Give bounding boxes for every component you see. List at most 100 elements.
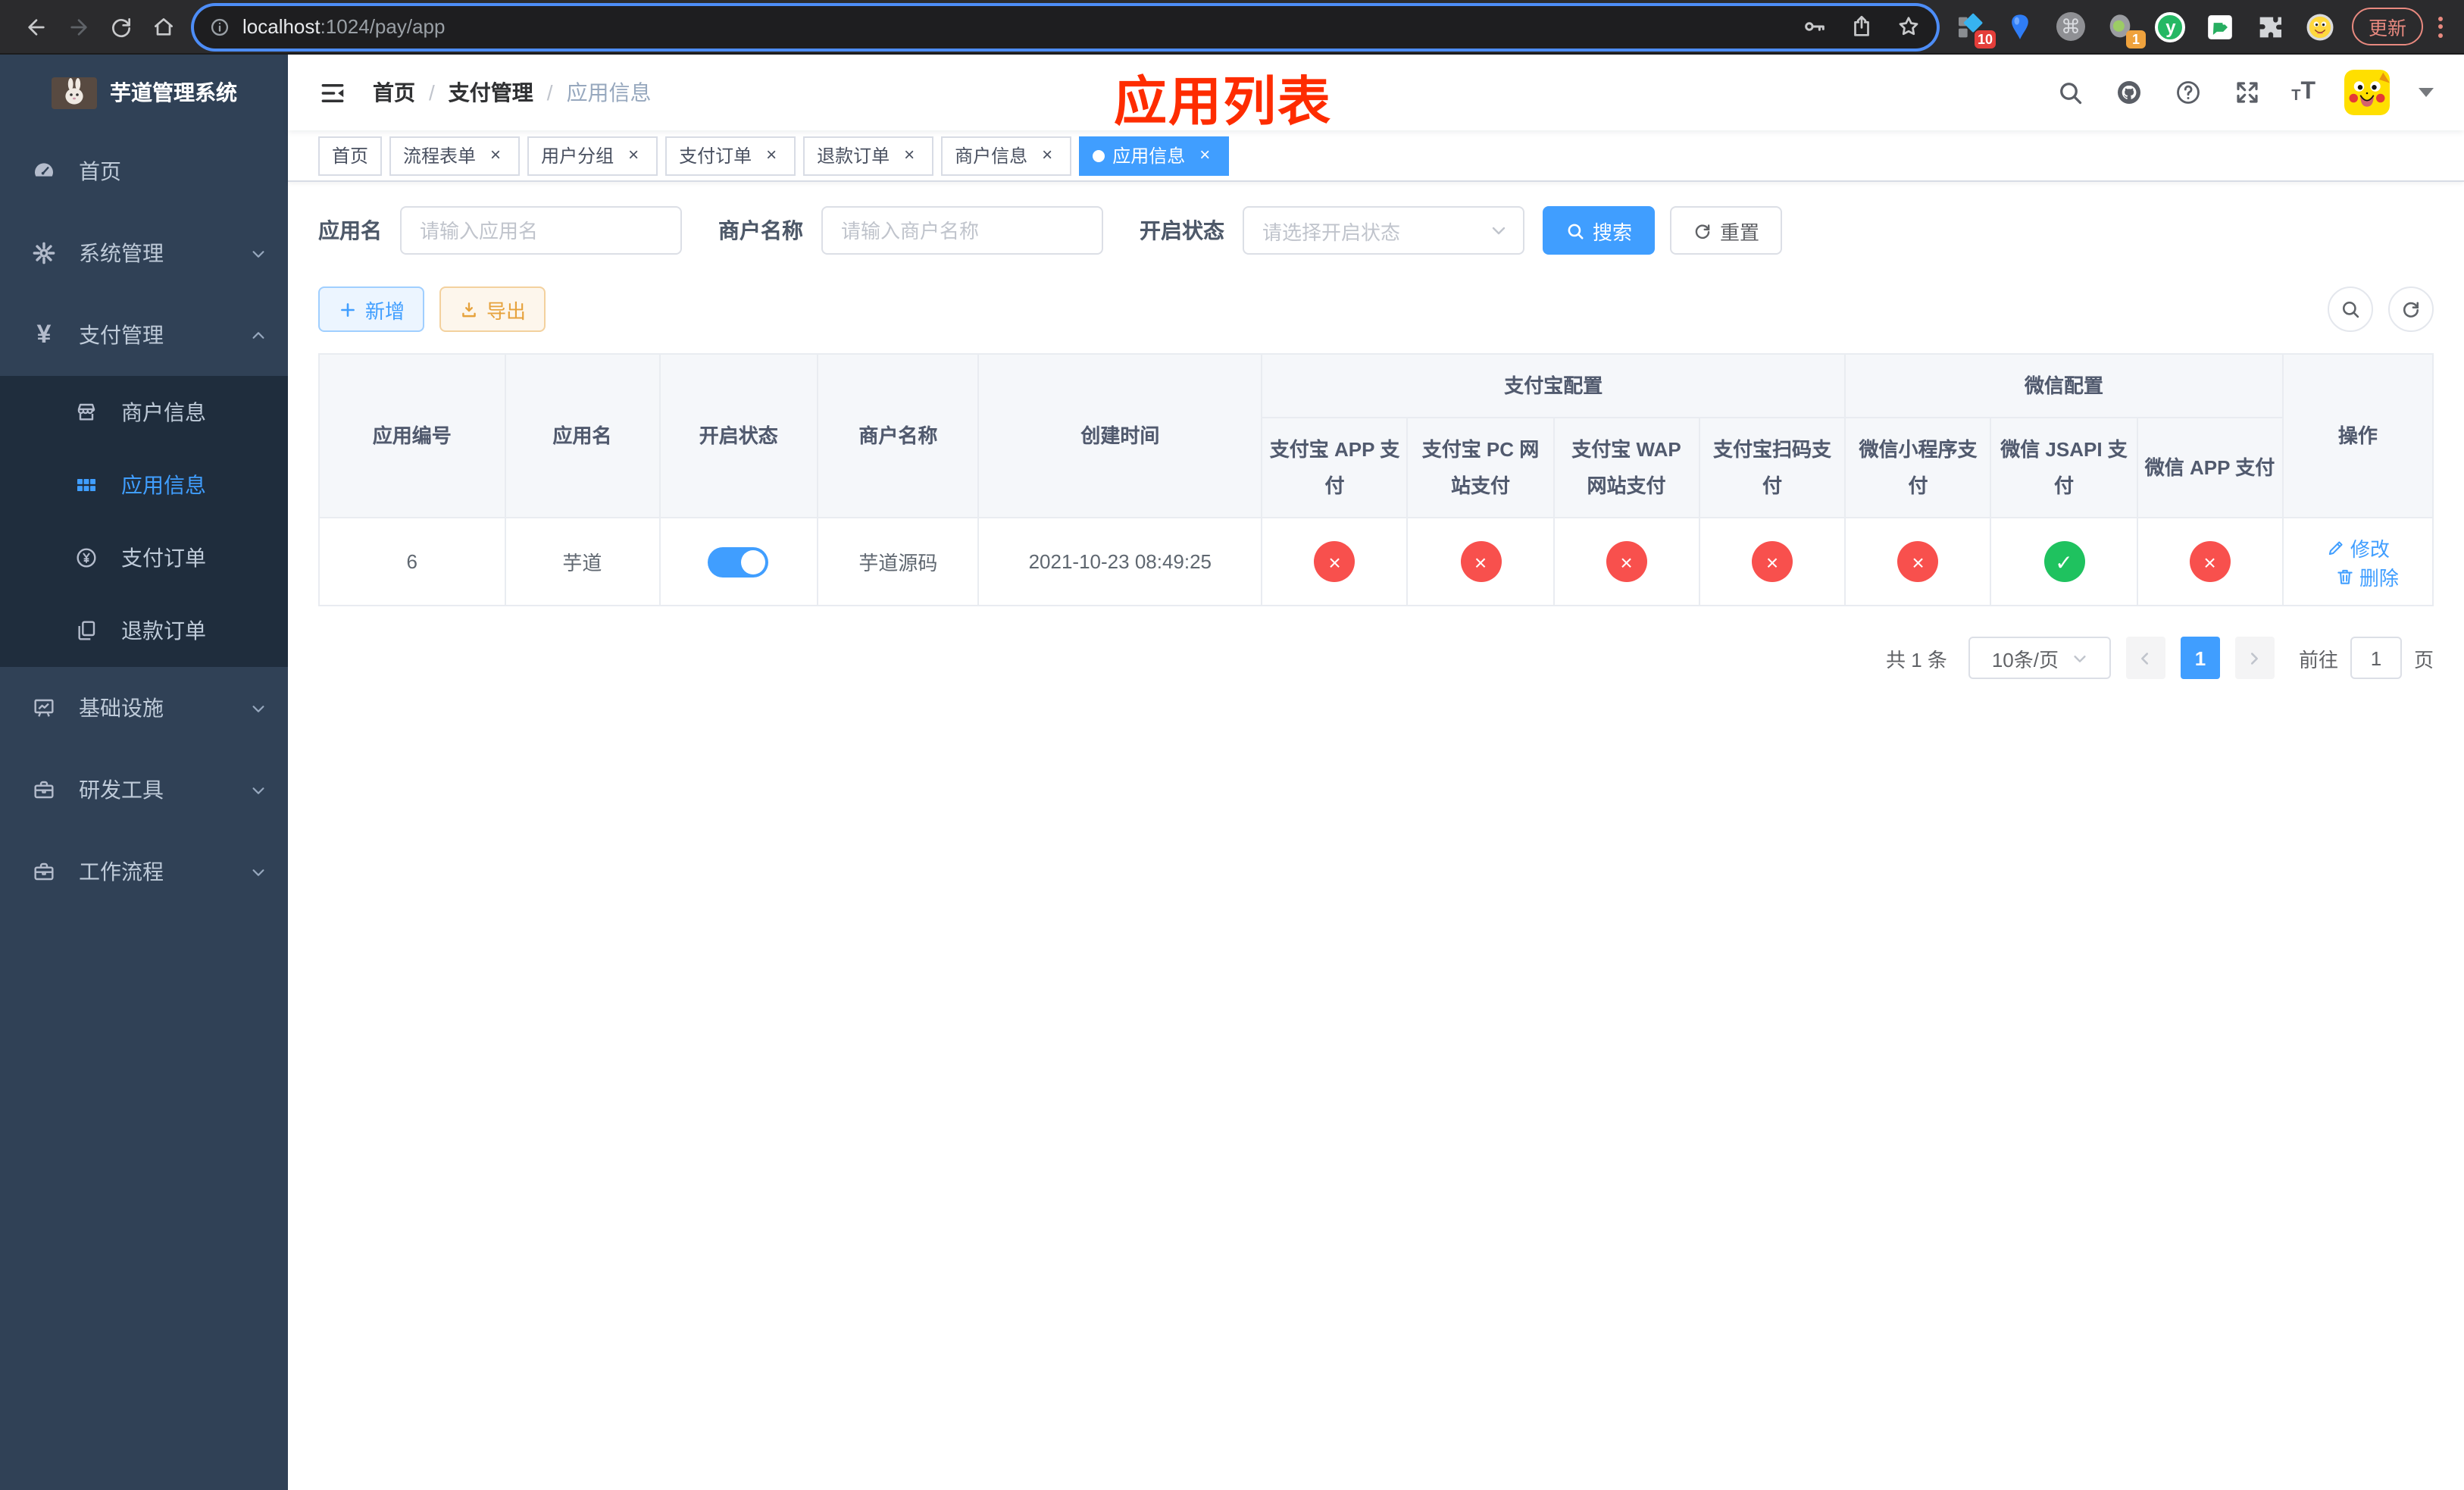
breadcrumb-home[interactable]: 首页 (373, 77, 415, 108)
chevron-right-icon (2251, 652, 2259, 665)
password-key-icon[interactable] (1802, 14, 1828, 39)
font-size-button[interactable]: TT (2291, 80, 2315, 105)
share-icon[interactable] (1849, 14, 1875, 39)
extension-pinned-icon[interactable]: 10 (1955, 11, 1996, 49)
goto-page-input[interactable] (2350, 637, 2402, 680)
column-header-status: 开启状态 (658, 352, 819, 519)
extension-session-icon[interactable]: 1 (2105, 11, 2146, 49)
sidebar-item-pay-order[interactable]: 支付订单 (0, 521, 288, 594)
tab-item[interactable]: 用户分组 × (527, 136, 658, 175)
cell-config: × (1698, 517, 1846, 607)
sidebar-item-label: 支付订单 (121, 546, 206, 570)
help-button[interactable] (2173, 77, 2203, 108)
chevron-down-icon (250, 863, 267, 880)
next-page-button[interactable] (2234, 637, 2275, 680)
sidebar-fold-button[interactable] (309, 70, 355, 115)
close-icon[interactable]: × (1037, 144, 1058, 166)
browser-menu-button[interactable] (2438, 16, 2443, 37)
search-button[interactable]: 搜索 (1543, 206, 1656, 255)
page-size-select[interactable]: 10条/页 (1968, 637, 2111, 680)
tab-item[interactable]: 应用信息 × (1079, 136, 1230, 175)
browser-forward-button[interactable] (58, 5, 100, 48)
chevron-up-icon (250, 327, 267, 343)
browser-back-button[interactable] (15, 5, 58, 48)
app-name-input[interactable] (400, 206, 682, 255)
sidebar-item-home[interactable]: 首页 (0, 130, 288, 212)
extensions-row: 10 ⌘ 1 y (1955, 11, 2337, 49)
status-select[interactable]: 请选择开启状态 (1243, 206, 1524, 255)
add-button[interactable]: 新增 (318, 286, 425, 332)
delete-link-label: 删除 (2359, 566, 2399, 590)
table-toolbar: 新增 导出 (318, 286, 2434, 332)
tab-item[interactable]: 退款订单 × (803, 136, 934, 175)
github-button[interactable] (2114, 77, 2144, 108)
user-avatar[interactable] (2344, 70, 2390, 115)
toggle-search-button[interactable] (2328, 286, 2373, 332)
refresh-table-button[interactable] (2388, 286, 2434, 332)
prev-page-button[interactable] (2125, 637, 2165, 680)
sidebar-item-label: 研发工具 (79, 778, 164, 802)
close-icon[interactable]: × (1194, 144, 1215, 166)
extension-balloon-icon[interactable] (2005, 11, 2037, 42)
sidebar-item-system[interactable]: 系统管理 (0, 212, 288, 294)
extension-yuque-icon[interactable]: y (2155, 11, 2187, 42)
close-icon[interactable]: × (899, 144, 920, 166)
app-title: 芋道管理系统 (110, 80, 237, 105)
breadcrumb-pay[interactable]: 支付管理 (449, 77, 533, 108)
browser-update-button[interactable]: 更新 (2351, 8, 2423, 45)
config-status-badge: × (1606, 541, 1647, 583)
tab-item[interactable]: 流程表单 × (389, 136, 521, 175)
column-header-name: 应用名 (504, 352, 661, 519)
close-icon[interactable]: × (623, 144, 644, 166)
yen-icon: ¥ (36, 320, 52, 349)
chevron-down-icon (250, 781, 267, 798)
column-header-config: 支付宝 WAP 网站支付 (1553, 417, 1700, 519)
balloon-icon (2012, 14, 2029, 39)
extension-emoji-avatar[interactable] (2305, 11, 2337, 42)
tab-item[interactable]: 商户信息 × (941, 136, 1072, 175)
cell-config: ✓ (1990, 517, 2138, 607)
close-icon[interactable]: × (485, 144, 506, 166)
sidebar-item-refund-order[interactable]: 退款订单 (0, 594, 288, 667)
edit-link[interactable]: 修改 (2326, 533, 2390, 562)
page-number-button[interactable]: 1 (2180, 637, 2220, 680)
bookmark-star-icon[interactable] (1896, 14, 1921, 39)
top-navbar: 首页 / 支付管理 / 应用信息 TT (288, 55, 2464, 130)
avatar-caret-icon[interactable] (2419, 88, 2434, 97)
breadcrumb-separator: / (546, 80, 553, 105)
group-header-wechat: 微信配置 (1844, 352, 2284, 419)
tab-item[interactable]: 支付订单 × (665, 136, 796, 175)
breadcrumb: 首页 / 支付管理 / 应用信息 (373, 77, 652, 108)
sidebar-item-merchant-info[interactable]: 商户信息 (0, 376, 288, 449)
reset-button[interactable]: 重置 (1670, 206, 1783, 255)
cell-config: × (1553, 517, 1700, 607)
address-bar-actions (1802, 14, 1921, 39)
header-search-button[interactable] (2055, 77, 2085, 108)
fullscreen-button[interactable] (2232, 77, 2262, 108)
cell-config: × (2136, 517, 2284, 607)
sidebar-item-infra[interactable]: 基础设施 (0, 667, 288, 749)
cell-config: × (1406, 517, 1555, 607)
address-bar[interactable]: localhost:1024/pay/app (194, 5, 1937, 48)
merchant-name-input[interactable] (821, 206, 1103, 255)
goto-page: 前往 页 (2299, 637, 2434, 680)
status-toggle[interactable] (708, 546, 769, 578)
extension-command-icon[interactable]: ⌘ (2055, 11, 2087, 42)
delete-link[interactable]: 删除 (2335, 562, 2399, 590)
extension-chat-icon[interactable] (2205, 11, 2237, 42)
sidebar-item-app-info[interactable]: 应用信息 (0, 449, 288, 521)
navbar-actions: TT (2055, 70, 2434, 115)
close-icon[interactable]: × (761, 144, 782, 166)
breadcrumb-current: 应用信息 (566, 80, 652, 105)
browser-home-button[interactable] (142, 5, 185, 48)
page-info-icon[interactable] (209, 16, 230, 37)
export-button[interactable]: 导出 (439, 286, 546, 332)
sidebar-item-pay[interactable]: ¥ 支付管理 (0, 294, 288, 376)
column-header-config: 微信小程序支付 (1844, 417, 1992, 519)
sidebar-item-workflow[interactable]: 工作流程 (0, 831, 288, 912)
browser-reload-button[interactable] (100, 5, 142, 48)
sidebar-item-dev-tools[interactable]: 研发工具 (0, 749, 288, 831)
extensions-puzzle-icon[interactable] (2255, 11, 2287, 42)
tab-item[interactable]: 首页 (318, 136, 383, 175)
puzzle-icon (2260, 16, 2282, 37)
